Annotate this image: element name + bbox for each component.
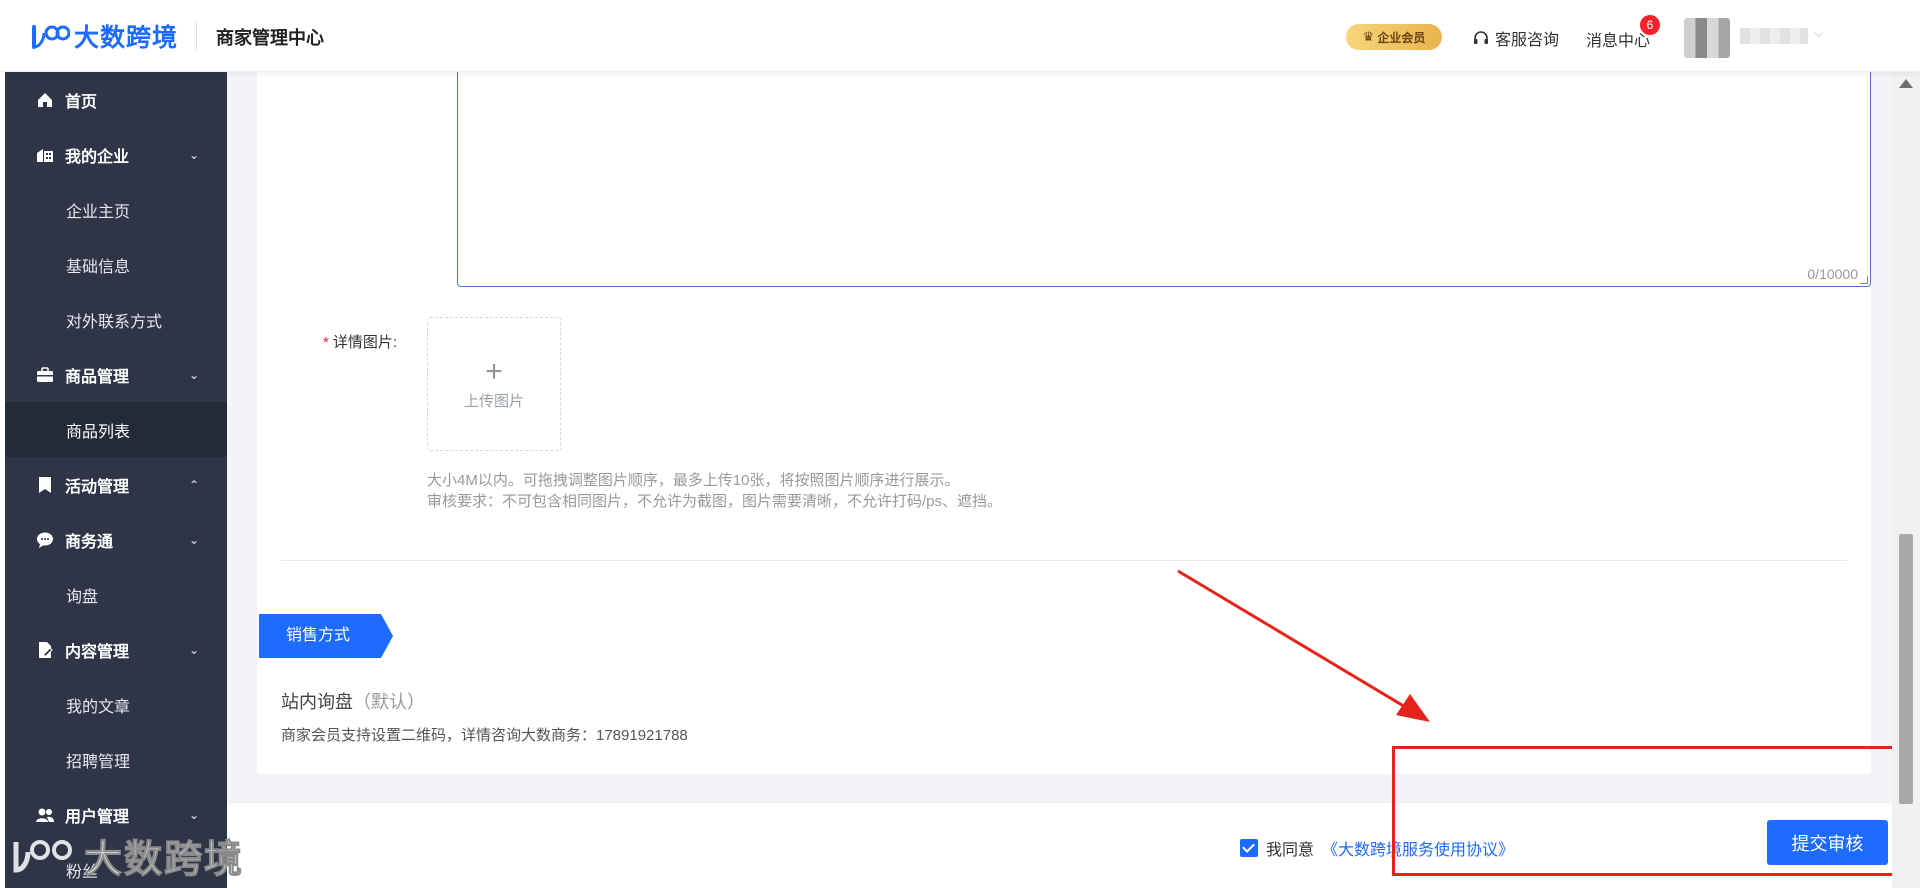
users-icon bbox=[36, 808, 54, 822]
sidebar-item-my-enterprise[interactable]: 我的企业 ⌄ bbox=[5, 127, 227, 182]
upload-review-hint: 审核要求：不可包含相同图片，不允许为截图，图片需要清晰，不允许打码/ps、遮挡。 bbox=[427, 493, 1003, 510]
home-icon bbox=[38, 92, 52, 107]
agree-text: 我同意 bbox=[1266, 842, 1315, 859]
sidebar-item-label: 商务通 bbox=[65, 533, 114, 551]
sidebar: 首页 我的企业 ⌄ 企业主页 基础信息 对外联系方式 商品管理 ⌄ 商品列表 活… bbox=[5, 72, 227, 888]
chevron-down-icon: ⌄ bbox=[188, 808, 199, 822]
customer-service-label: 客服咨询 bbox=[1495, 32, 1560, 49]
upload-size-hint: 大小4M以内。可拖拽调整图片顺序，最多上传10张，将按照图片顺序进行展示。 bbox=[427, 472, 960, 489]
sidebar-item-label: 活动管理 bbox=[65, 478, 130, 496]
chevron-down-icon: ⌄ bbox=[188, 643, 199, 657]
annotation-highlight-box bbox=[1392, 746, 1896, 876]
sales-method-option: 站内询盘（默认） bbox=[281, 688, 425, 714]
sidebar-item-product-management[interactable]: 商品管理 ⌄ bbox=[5, 347, 227, 402]
sidebar-item-inquiry[interactable]: 询盘 bbox=[5, 567, 227, 622]
avatar[interactable] bbox=[1684, 18, 1730, 58]
description-textarea[interactable]: 0/10000 bbox=[457, 72, 1871, 287]
sidebar-item-enterprise-home[interactable]: 企业主页 bbox=[5, 182, 227, 237]
logo-icon bbox=[32, 25, 70, 49]
vip-badge-label: 企业会员 bbox=[1377, 30, 1426, 45]
vip-badge[interactable]: ♛ 企业会员 bbox=[1346, 24, 1442, 50]
sales-method-note: 商家会员支持设置二维码，详情咨询大数商务：17891921788 bbox=[281, 727, 688, 744]
sidebar-item-business-chat[interactable]: 商务通 ⌄ bbox=[5, 512, 227, 567]
customer-service-link[interactable]: 客服咨询 bbox=[1472, 26, 1559, 50]
detail-images-label-text: 详情图片: bbox=[332, 334, 398, 351]
chevron-down-icon[interactable]: ⌵ bbox=[1814, 26, 1823, 41]
watermark-text: 大数跨境 bbox=[83, 839, 245, 882]
section-divider bbox=[281, 560, 1847, 561]
sidebar-item-label: 首页 bbox=[65, 93, 98, 111]
sales-method-default: （默认） bbox=[353, 692, 425, 712]
chat-icon bbox=[37, 532, 53, 548]
resize-handle-icon[interactable] bbox=[1860, 276, 1868, 284]
headset-icon bbox=[1474, 31, 1488, 44]
plus-icon: + bbox=[485, 354, 503, 388]
sidebar-item-my-articles[interactable]: 我的文章 bbox=[5, 677, 227, 732]
product-form-card: 0/10000 * 详情图片: + 上传图片 大小4M以内。可拖拽调整图片顺序，最… bbox=[257, 72, 1871, 774]
sales-method-section-title: 销售方式 bbox=[259, 614, 393, 658]
brand-name: 大数跨境 bbox=[74, 24, 179, 52]
sidebar-item-recruitment[interactable]: 招聘管理 bbox=[5, 732, 227, 787]
agree-checkbox[interactable] bbox=[1240, 839, 1258, 857]
watermark-logo-icon bbox=[13, 839, 72, 873]
header-divider bbox=[196, 22, 197, 50]
bookmark-icon bbox=[39, 476, 51, 493]
chevron-up-icon: ⌃ bbox=[188, 478, 199, 492]
sidebar-item-label: 内容管理 bbox=[65, 643, 130, 661]
sidebar-item-activity-management[interactable]: 活动管理 ⌃ bbox=[5, 457, 227, 512]
chevron-down-icon: ⌄ bbox=[188, 148, 199, 162]
image-upload-button[interactable]: + 上传图片 bbox=[427, 317, 561, 451]
message-count-badge: 6 bbox=[1640, 15, 1660, 35]
sidebar-item-home[interactable]: 首页 bbox=[5, 72, 227, 127]
top-header: 大数跨境 商家管理中心 ♛ 企业会员 客服咨询 消息中心 6 ⌵ bbox=[0, 0, 1920, 72]
briefcase-icon bbox=[37, 366, 53, 382]
scrollbar-thumb[interactable] bbox=[1899, 534, 1913, 804]
page-title: 商家管理中心 bbox=[216, 28, 324, 48]
watermark: 大数跨境 bbox=[10, 828, 244, 883]
sales-method-name: 站内询盘 bbox=[281, 692, 353, 712]
sidebar-item-label: 我的企业 bbox=[65, 148, 130, 166]
crown-icon: ♛ bbox=[1362, 29, 1375, 44]
username-blurred[interactable] bbox=[1740, 28, 1808, 44]
enterprise-icon bbox=[37, 148, 53, 162]
message-center-link[interactable]: 消息中心 bbox=[1586, 27, 1650, 51]
chevron-down-icon: ⌄ bbox=[188, 533, 199, 547]
sidebar-item-label: 用户管理 bbox=[65, 808, 130, 826]
char-counter: 0/10000 bbox=[1807, 266, 1858, 282]
sidebar-item-label: 商品管理 bbox=[65, 368, 130, 386]
scroll-up-arrow-icon[interactable] bbox=[1899, 79, 1913, 88]
edit-doc-icon bbox=[39, 641, 53, 658]
detail-images-label: * 详情图片: bbox=[323, 331, 397, 352]
sidebar-item-basic-info[interactable]: 基础信息 bbox=[5, 237, 227, 292]
sidebar-item-contact[interactable]: 对外联系方式 bbox=[5, 292, 227, 347]
brand-logo[interactable]: 大数跨境 bbox=[30, 20, 178, 52]
required-mark: * bbox=[323, 334, 329, 351]
upload-label: 上传图片 bbox=[463, 392, 524, 410]
chevron-down-icon: ⌄ bbox=[188, 368, 199, 382]
sidebar-item-product-list[interactable]: 商品列表 bbox=[5, 402, 227, 457]
sidebar-item-content-management[interactable]: 内容管理 ⌄ bbox=[5, 622, 227, 677]
